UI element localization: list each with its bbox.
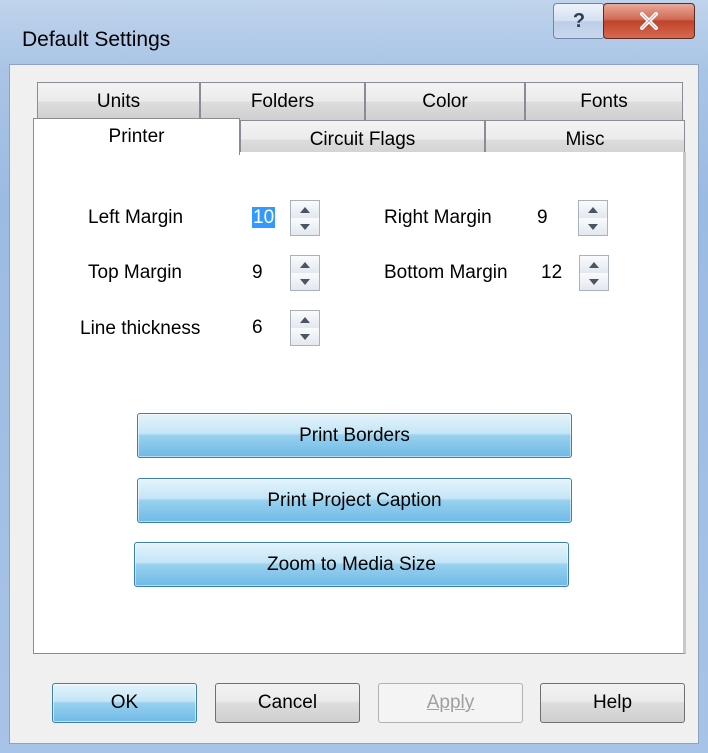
tab-units[interactable]: Units (37, 82, 200, 120)
tab-label: Fonts (580, 90, 628, 112)
left-margin-input[interactable]: 10 (248, 200, 286, 236)
bottom-margin-spin-buttons[interactable] (579, 255, 609, 291)
line-thickness-input[interactable]: 6 (248, 310, 286, 346)
spin-down-button[interactable] (291, 218, 319, 235)
arrow-down-icon (300, 278, 310, 285)
spin-down-button[interactable] (291, 273, 319, 290)
right-margin-input[interactable]: 9 (533, 200, 571, 236)
tab-label: Circuit Flags (309, 128, 416, 150)
top-margin-spin-buttons[interactable] (290, 255, 320, 291)
spin-up-button[interactable] (291, 256, 319, 274)
button-label: Zoom to Media Size (267, 553, 436, 575)
help-button[interactable]: Help (540, 683, 685, 723)
line-thickness-stepper[interactable]: 6 (248, 310, 328, 346)
spin-up-button[interactable] (291, 311, 319, 329)
apply-button[interactable]: Apply (378, 683, 523, 723)
print-borders-button[interactable]: Print Borders (137, 413, 572, 458)
spin-down-button[interactable] (580, 273, 608, 290)
dialog-window: Default Settings ? Units Folders Color F… (0, 0, 708, 753)
cancel-button[interactable]: Cancel (215, 683, 360, 723)
tab-label: Units (96, 90, 141, 112)
help-title-button[interactable]: ? (553, 3, 605, 39)
arrow-up-icon (589, 261, 599, 268)
top-margin-input[interactable]: 9 (248, 255, 286, 291)
left-margin-value: 10 (252, 207, 276, 228)
question-icon: ? (572, 9, 586, 32)
close-icon (640, 12, 658, 30)
arrow-down-icon (589, 278, 599, 285)
arrow-up-icon (300, 261, 310, 268)
arrow-down-icon (300, 223, 310, 230)
button-label: OK (110, 692, 139, 713)
spin-down-button[interactable] (579, 218, 607, 235)
tab-printer[interactable]: Printer (33, 118, 240, 155)
button-label: Cancel (257, 692, 318, 713)
arrow-up-icon (300, 316, 310, 323)
tab-fonts[interactable]: Fonts (525, 82, 683, 120)
top-margin-stepper[interactable]: 9 (248, 255, 328, 291)
spin-up-button[interactable] (579, 201, 607, 219)
bottom-margin-stepper[interactable]: 12 (537, 255, 617, 291)
title-bar[interactable]: Default Settings ? (0, 0, 708, 64)
spin-down-button[interactable] (291, 328, 319, 345)
arrow-up-icon (588, 206, 598, 213)
bottom-margin-input[interactable]: 12 (537, 255, 575, 291)
button-label: Help (592, 692, 633, 713)
arrow-down-icon (588, 223, 598, 230)
arrow-down-icon (300, 333, 310, 340)
spin-up-button[interactable] (291, 201, 319, 219)
left-margin-stepper[interactable]: 10 (248, 200, 328, 236)
button-label: Apply (426, 692, 475, 713)
button-label: Print Borders (299, 424, 410, 446)
left-margin-spin-buttons[interactable] (290, 200, 320, 236)
bottom-margin-label: Bottom Margin (384, 262, 508, 283)
tab-label: Folders (250, 90, 315, 112)
arrow-up-icon (300, 206, 310, 213)
left-margin-label: Left Margin (88, 207, 184, 228)
button-label: Print Project Caption (267, 489, 442, 511)
close-button[interactable] (603, 3, 695, 39)
right-margin-label: Right Margin (384, 207, 492, 228)
line-thickness-label: Line thickness (80, 318, 201, 339)
ok-button[interactable]: OK (52, 683, 197, 723)
print-project-caption-button[interactable]: Print Project Caption (137, 478, 572, 523)
spin-up-button[interactable] (580, 256, 608, 274)
zoom-to-media-size-button[interactable]: Zoom to Media Size (134, 542, 569, 587)
line-thickness-spin-buttons[interactable] (290, 310, 320, 346)
tab-label: Misc (565, 128, 605, 150)
tab-color[interactable]: Color (365, 82, 525, 120)
right-margin-spin-buttons[interactable] (578, 200, 608, 236)
tab-label: Printer (108, 126, 165, 147)
tab-folders[interactable]: Folders (200, 82, 365, 120)
window-title: Default Settings (22, 28, 171, 51)
top-margin-label: Top Margin (88, 262, 182, 283)
tab-label: Color (422, 90, 468, 112)
right-margin-stepper[interactable]: 9 (533, 200, 613, 236)
